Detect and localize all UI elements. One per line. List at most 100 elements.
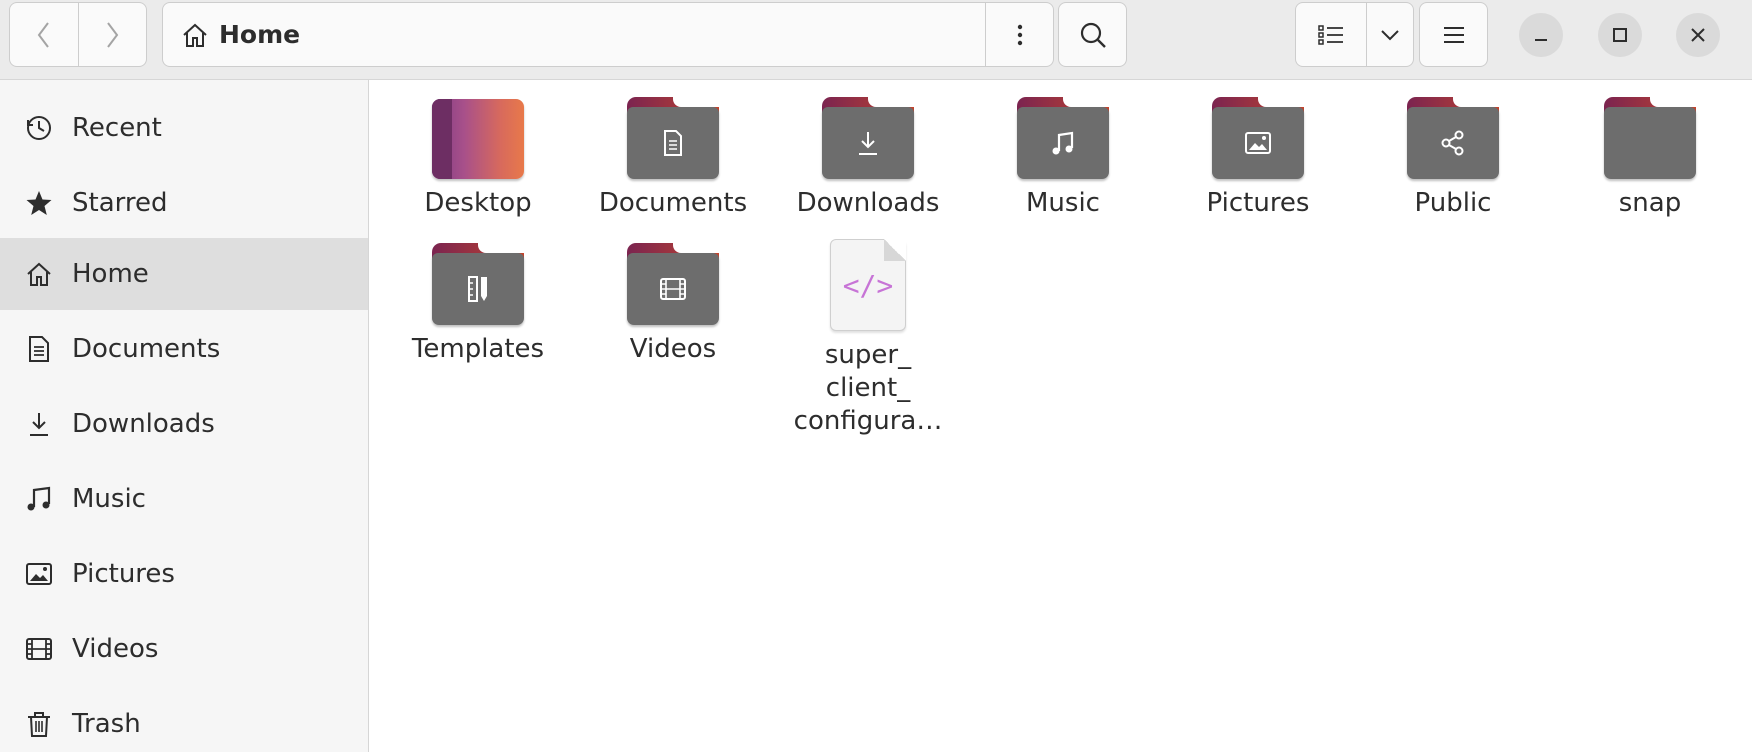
document-icon [24,334,54,364]
picture-icon [1245,132,1271,154]
maximize-button[interactable] [1598,13,1642,57]
document-icon [664,130,682,156]
sidebar-item-pictures[interactable]: Pictures [0,538,368,610]
item-name: Pictures [1206,188,1310,218]
folder-icon [822,97,914,179]
clock-icon [24,113,54,143]
view-switcher [1295,2,1414,67]
folder-icon [1017,97,1109,179]
folder-thumbnail [1406,93,1500,179]
folder-thumbnail [431,239,525,325]
folder-icon [1604,97,1696,179]
folder-icon [1407,97,1499,179]
forward-button[interactable] [77,3,147,66]
search-button[interactable] [1058,2,1127,67]
header-bar: Home [0,0,1752,80]
grid-item-templates[interactable]: Templates [383,239,573,366]
desktop-folder-icon [432,99,524,179]
music-icon [24,484,54,514]
minimize-button[interactable] [1519,13,1563,57]
item-name: Documents [598,188,748,218]
picture-icon [24,559,54,589]
sidebar-item-label: Pictures [72,559,175,589]
chevron-right-icon [107,21,119,48]
sidebar: Recent Starred Home Documents Downloads [0,80,369,752]
file-manager-window: Home Recent Starred Home Documents Downl… [0,0,1752,752]
folder-desktop-thumbnail [431,93,525,179]
folder-icon [1212,97,1304,179]
trash-icon [24,709,54,739]
home-icon [183,23,207,47]
item-name: Downloads [796,188,940,218]
film-icon [660,278,686,300]
sidebar-item-downloads[interactable]: Downloads [0,388,368,460]
path-menu-button[interactable] [985,3,1053,66]
sidebar-item-videos[interactable]: Videos [0,613,368,685]
back-button[interactable] [10,3,78,66]
music-icon [1052,131,1074,155]
template-icon [468,276,487,302]
folder-thumbnail [821,93,915,179]
sidebar-item-home[interactable]: Home [0,238,368,310]
folder-thumbnail [1016,93,1110,179]
download-icon [859,132,877,155]
share-icon [1441,130,1464,156]
hamburger-icon [1443,26,1464,43]
path-label: Home [219,20,301,49]
folder-icon [627,97,719,179]
item-name: Templates [411,334,545,364]
list-view-button[interactable] [1296,3,1366,66]
sidebar-item-label: Music [72,484,146,514]
minimize-icon [1535,39,1547,41]
folder-icon [432,243,524,325]
grid-item-videos[interactable]: Videos [578,239,768,366]
item-name: Music [1026,188,1100,218]
sidebar-item-recent[interactable]: Recent [0,92,368,164]
star-icon [24,188,54,218]
download-icon [24,409,54,439]
sidebar-item-trash[interactable]: Trash [0,688,368,752]
sidebar-item-label: Trash [72,709,141,739]
grid-item-snap[interactable]: snap [1555,93,1745,220]
file-thumbnail: </> [821,239,915,331]
grid-item-code-file[interactable]: </> super_ client_ configura… [773,239,963,438]
path-button-home[interactable]: Home [163,3,985,66]
sidebar-item-label: Starred [72,188,168,218]
folder-thumbnail [626,239,720,325]
folder-thumbnail [626,93,720,179]
grid-item-pictures[interactable]: Pictures [1163,93,1353,220]
grid-item-documents[interactable]: Documents [578,93,768,220]
list-view-icon [1318,24,1343,45]
item-name: snap [1618,188,1682,218]
grid-item-downloads[interactable]: Downloads [773,93,963,220]
folder-icon [627,243,719,325]
item-name: super_ client_ configura… [793,340,943,436]
close-button[interactable] [1676,13,1720,57]
close-icon [1691,28,1705,42]
sidebar-item-starred[interactable]: Starred [0,167,368,239]
grid-item-public[interactable]: Public [1358,93,1548,220]
chevron-down-icon [1381,29,1399,40]
grid-item-music[interactable]: Music [968,93,1158,220]
sidebar-item-label: Recent [72,113,162,143]
file-grid: Desktop Documents Downloads Music Pictur… [370,81,1752,752]
sidebar-item-label: Downloads [72,409,215,439]
view-options-dropdown[interactable] [1366,3,1413,66]
grid-item-desktop[interactable]: Desktop [383,93,573,220]
sidebar-item-music[interactable]: Music [0,463,368,535]
code-file-icon: </> [830,239,906,331]
sidebar-item-label: Home [72,259,149,289]
search-icon [1080,22,1106,48]
item-name: Desktop [424,188,532,218]
sidebar-item-documents[interactable]: Documents [0,313,368,385]
vertical-dots-icon [1017,24,1022,45]
home-icon [24,259,54,289]
main-menu-button[interactable] [1419,2,1488,67]
path-bar: Home [162,2,1054,67]
folder-thumbnail [1211,93,1305,179]
item-name: Videos [629,334,717,364]
film-icon [24,634,54,664]
navigation-buttons [9,2,147,67]
folder-thumbnail [1603,93,1697,179]
maximize-icon [1613,28,1627,42]
